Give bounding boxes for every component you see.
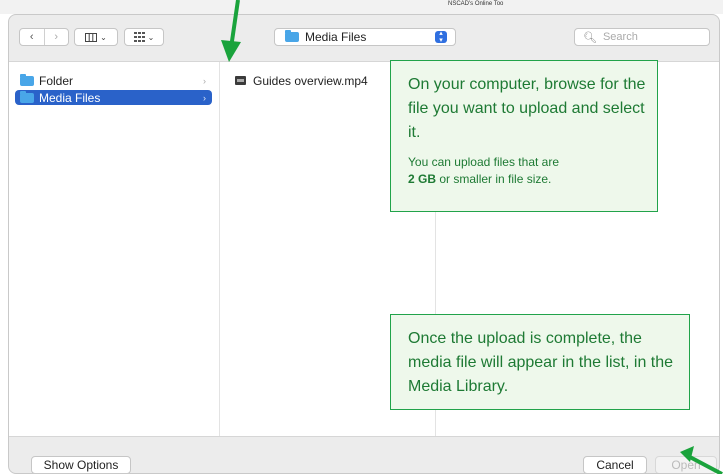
location-label: Media Files <box>305 30 367 44</box>
sidebar-item-folder[interactable]: Folder › <box>15 73 212 88</box>
search-icon: 🔍︎ <box>583 31 597 44</box>
show-options-button[interactable]: Show Options <box>31 456 131 473</box>
folder-icon <box>285 30 299 42</box>
search-field[interactable]: 🔍︎ <box>574 28 710 46</box>
upload-complete-callout: Once the upload is complete, the media f… <box>390 314 690 410</box>
chevron-right-icon: › <box>54 31 59 43</box>
background-caption: NSCAD's Online Too <box>448 1 504 7</box>
grid-icon <box>133 32 145 42</box>
sidebar-column: Folder › Media Files › <box>9 62 220 436</box>
callout-main-text: Once the upload is complete, the media f… <box>408 330 674 395</box>
callout-note: You can upload files that are 2 GB or sm… <box>408 154 628 188</box>
callout-note-pre: You can upload files that are <box>408 155 560 169</box>
group-button[interactable]: ⌄ <box>124 28 164 46</box>
back-button[interactable]: ‹ <box>20 29 44 45</box>
popup-stepper-icon: ▴ ▾ <box>435 30 447 44</box>
sidebar-item-label: Folder <box>39 73 74 88</box>
folder-icon <box>20 90 34 103</box>
view-mode-button[interactable]: ⌄ <box>74 28 118 46</box>
background-page-strip: NSCAD's Online Too <box>0 0 723 14</box>
sidebar-item-media-files[interactable]: Media Files › <box>15 90 212 105</box>
cancel-button[interactable]: Cancel <box>583 456 647 473</box>
search-input[interactable] <box>600 30 705 44</box>
navigation-buttons: ‹ › <box>19 28 69 46</box>
callout-note-post: or smaller in file size. <box>439 172 552 186</box>
video-file-icon <box>235 76 246 85</box>
chevron-right-icon: › <box>203 92 206 103</box>
location-popup[interactable]: Media Files ▴ ▾ <box>274 28 456 46</box>
forward-button[interactable]: › <box>43 29 69 45</box>
sidebar-item-label: Media Files <box>39 90 101 105</box>
chevron-down-icon: ⌄ <box>147 32 155 42</box>
column-view-icon <box>85 32 98 42</box>
folder-icon <box>20 73 34 86</box>
callout-note-bold: 2 GB <box>408 172 437 186</box>
chevron-left-icon: ‹ <box>29 31 34 43</box>
dialog-toolbar: ‹ › ⌄ ⌄ Media Files ▴ ▾ 🔍︎ Search <box>9 15 719 61</box>
chevron-down-icon: ⌄ <box>100 32 107 42</box>
callout-main-text: On your computer, browse for the file yo… <box>408 76 646 141</box>
select-file-callout: On your computer, browse for the file yo… <box>390 60 658 212</box>
chevron-right-icon: › <box>203 75 206 86</box>
open-button[interactable]: Open <box>655 456 717 473</box>
